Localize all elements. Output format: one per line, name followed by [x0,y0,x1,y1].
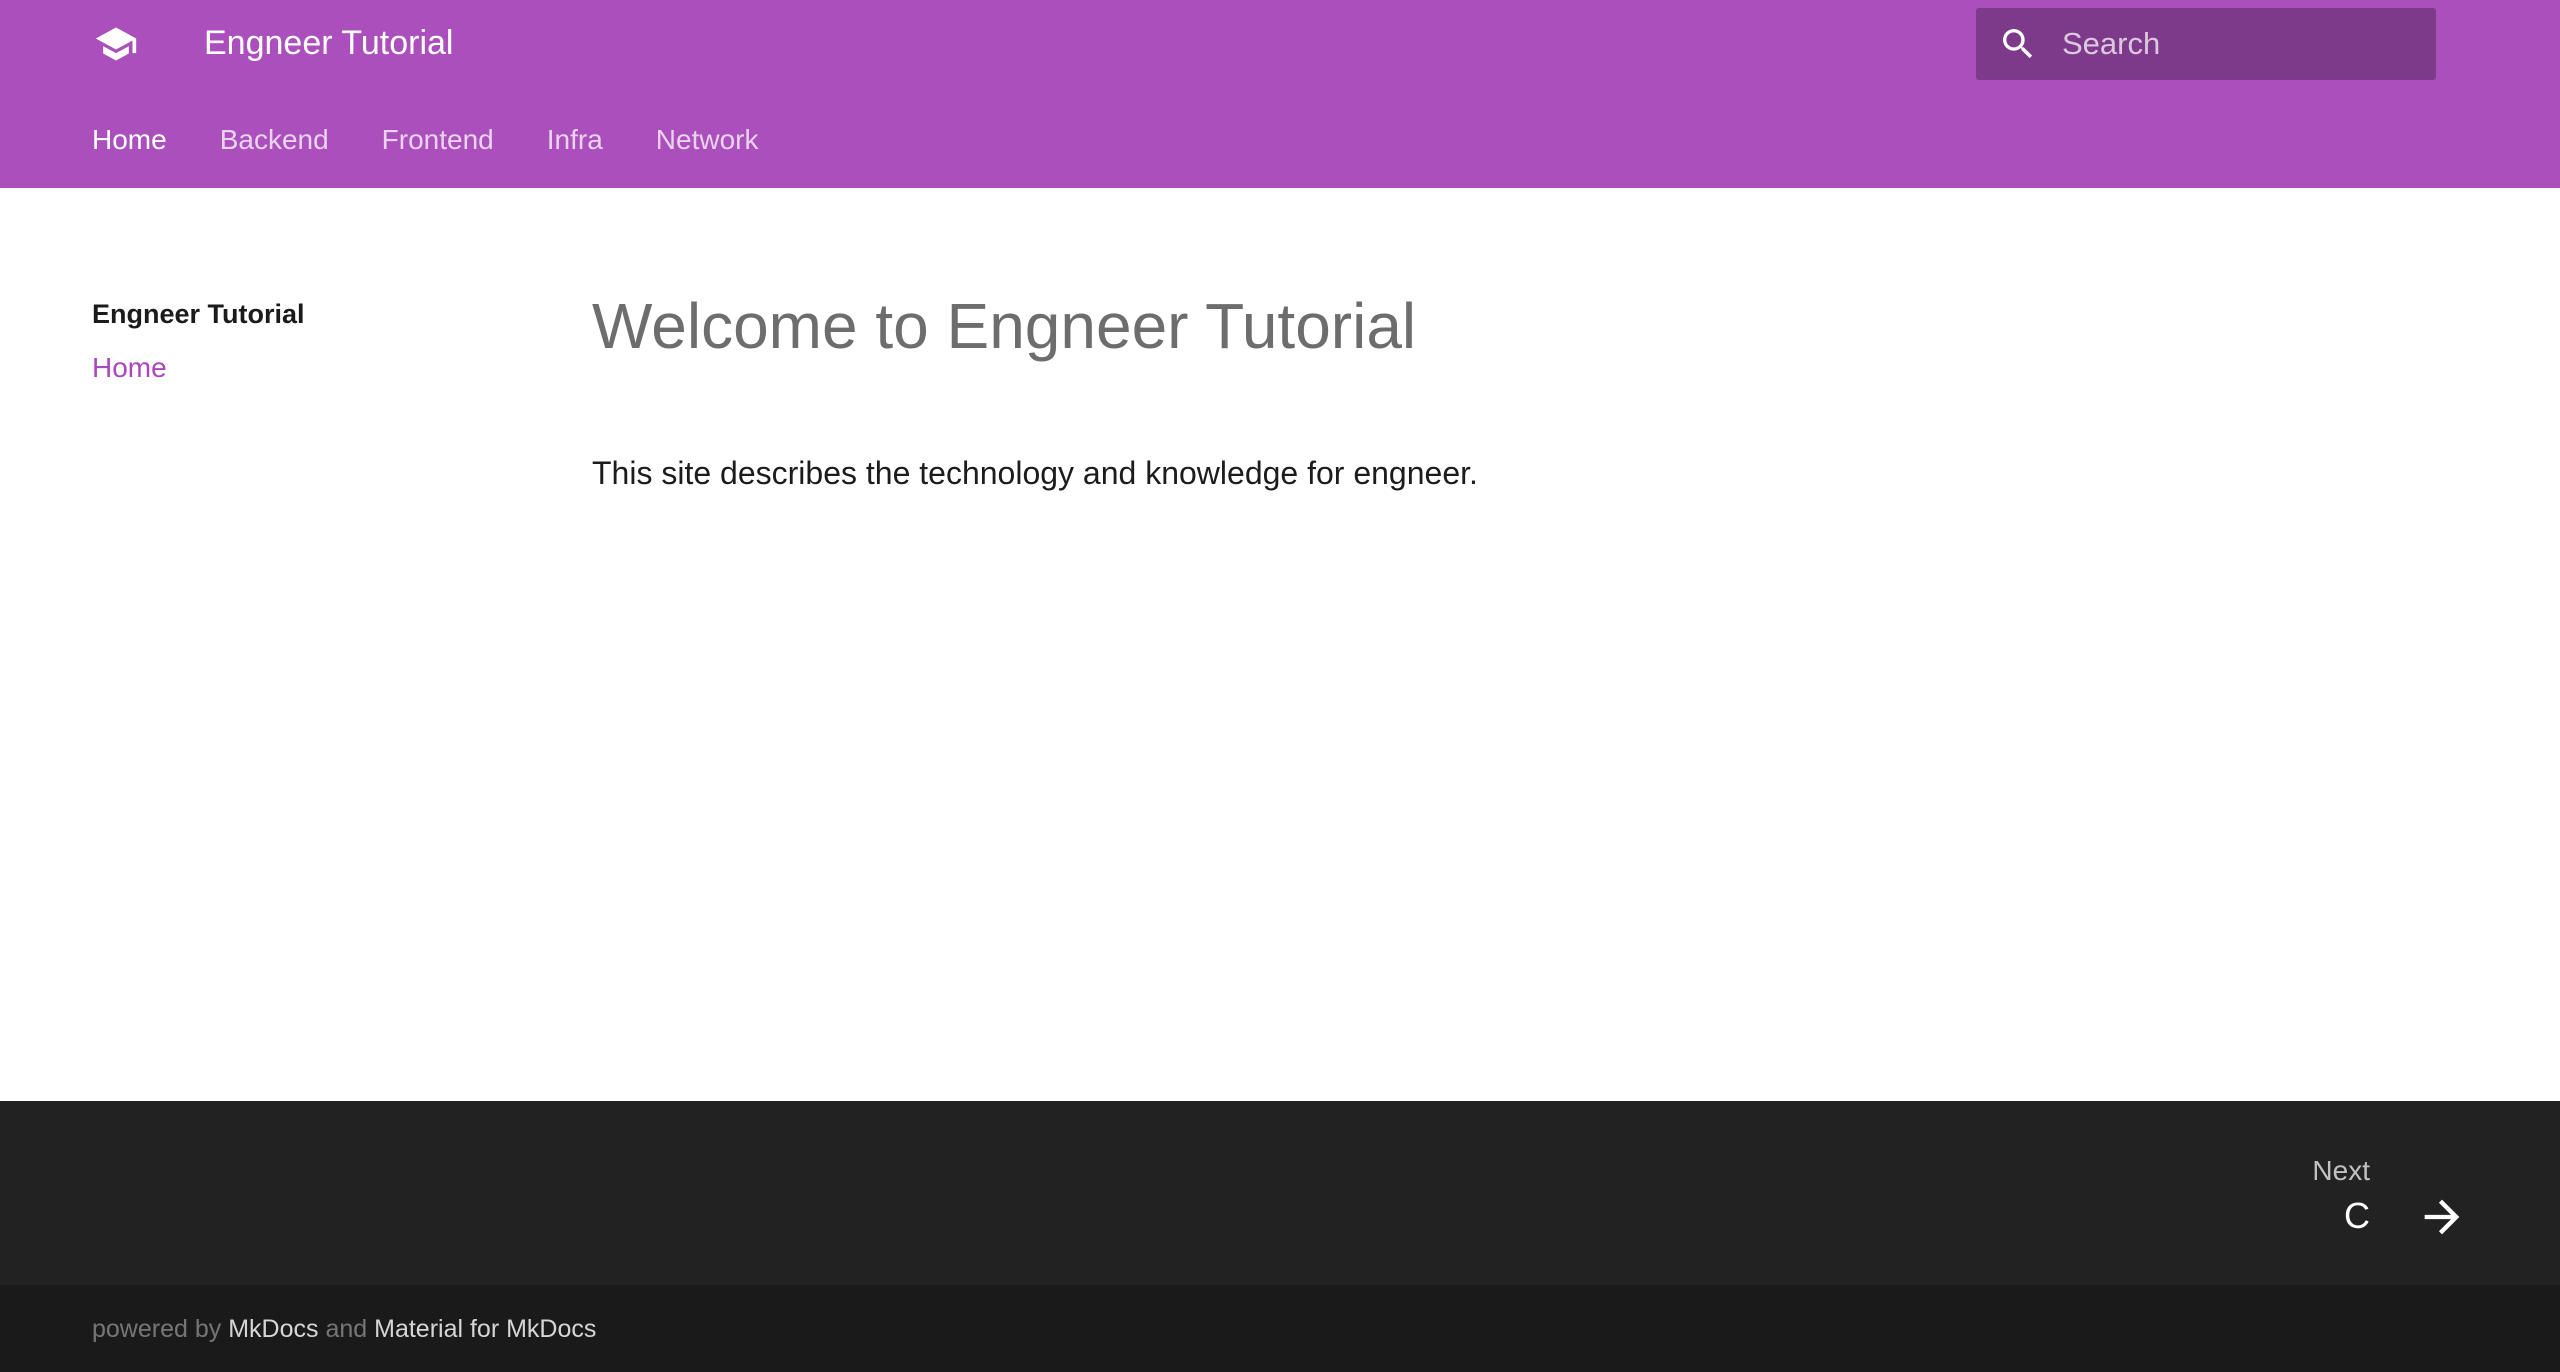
next-title: C [2344,1195,2370,1236]
search-input[interactable] [2062,18,2422,70]
tab-infra[interactable]: Infra [547,118,603,162]
material-link[interactable]: Material for MkDocs [374,1315,596,1343]
powered-by-text: powered by [92,1315,222,1343]
tab-home[interactable]: Home [92,118,167,162]
sidebar-nav: Engneer Tutorial Home [92,292,512,390]
page-title: Welcome to Engneer Tutorial [592,290,1417,362]
search-box[interactable] [1976,8,2436,80]
page-text: This site describes the technology and k… [592,455,1478,491]
next-caption: Next [2312,1155,2370,1186]
school-icon[interactable] [92,22,140,66]
sidebar-title: Engneer Tutorial [92,299,305,329]
tab-backend[interactable]: Backend [220,118,329,162]
tab-frontend[interactable]: Frontend [382,118,494,162]
tab-network[interactable]: Network [656,118,759,162]
and-text: and [325,1315,368,1343]
mkdocs-link[interactable]: MkDocs [228,1315,318,1343]
next-page-link[interactable]: Next C [2248,1151,2468,1241]
sidebar-item-home[interactable]: Home [92,346,512,390]
footer-meta: powered by MkDocs and Material for MkDoc… [0,1285,2560,1372]
footer-nav: Next C [0,1101,2560,1285]
main-content: Welcome to Engneer Tutorial This site de… [592,280,2392,491]
site-title[interactable]: Engneer Tutorial [204,20,454,66]
arrow-forward-icon[interactable] [2416,1191,2468,1243]
copyright: powered by MkDocs and Material for MkDoc… [92,1309,596,1349]
tabs: Home Backend Frontend Infra Network [92,118,811,162]
search-icon[interactable] [1998,24,2038,64]
header: Engneer Tutorial Home Backend Frontend I… [0,0,2560,188]
